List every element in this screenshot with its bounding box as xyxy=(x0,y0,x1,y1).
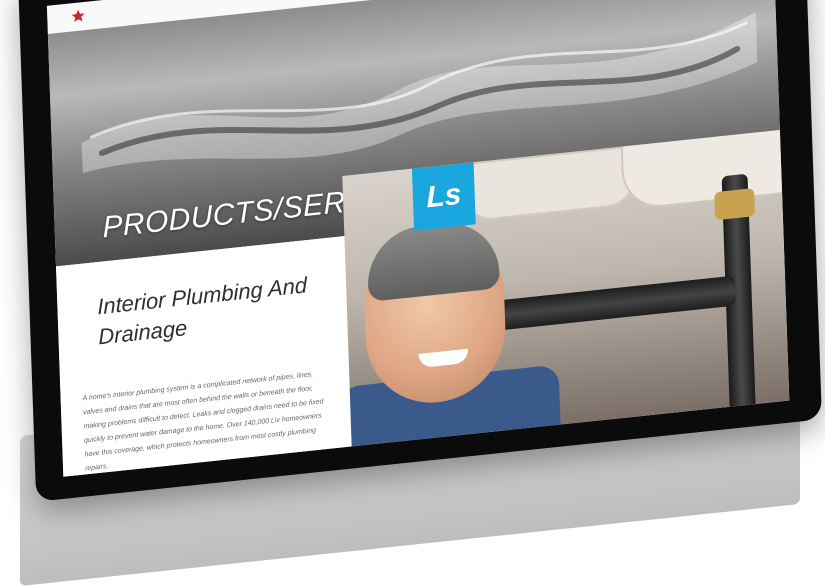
service-description: A home's interior plumbing system is a c… xyxy=(82,371,324,473)
brand-logo-tile: Ls xyxy=(411,162,476,231)
service-heading: Interior Plumbing And Drainage xyxy=(96,272,308,350)
brass-valve xyxy=(714,188,755,221)
plumber-hair xyxy=(366,217,500,302)
plumber-photo: Ls xyxy=(342,129,790,447)
monitor-frame: PRODUCTS/SERVICES Interior Plumbing And … xyxy=(18,0,822,502)
website-screen: PRODUCTS/SERVICES Interior Plumbing And … xyxy=(46,0,790,477)
service-content: Interior Plumbing And Drainage A home's … xyxy=(55,236,352,477)
star-icon xyxy=(71,9,85,23)
horizontal-drain-pipe xyxy=(466,275,737,334)
